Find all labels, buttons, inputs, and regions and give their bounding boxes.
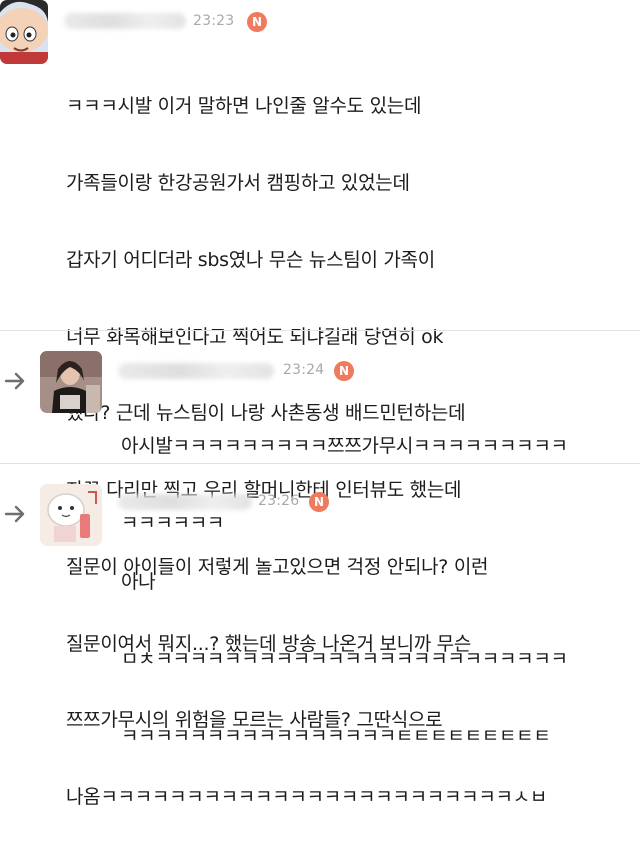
reply-arrow-icon [4, 372, 25, 390]
comment-2: 23:24 N 아시발ㅋㅋㅋㅋㅋㅋㅋㅋㅋ쯔쯔가무시ㅋㅋㅋㅋㅋㅋㅋㅋㅋ ㅋㅋㅋㅋㅋ… [0, 331, 640, 534]
comment-line: 갑자기 어디더라 sbs였나 무슨 뉴스팀이 가족이 [66, 248, 435, 271]
avatar-illustration-icon [40, 484, 102, 546]
comment-time: 23:26 [258, 493, 300, 509]
comment-line: 아시발ㅋㅋㅋㅋㅋㅋㅋㅋㅋ쯔쯔가무시ㅋㅋㅋㅋㅋㅋㅋㅋㅋ [121, 435, 568, 458]
new-badge-icon: N [247, 12, 267, 32]
new-badge-icon: N [334, 361, 354, 381]
avatar-photo-icon [40, 351, 102, 413]
author-name-blurred[interactable] [118, 494, 252, 510]
comment-1: 23:23 N ㅋㅋㅋ시발 이거 말하면 나인줄 알수도 있는데 가족들이랑 한… [0, 0, 640, 808]
avatar-2[interactable] [40, 351, 102, 413]
comment-body: 아나 ㅁㅊㅋㅋㅋㅋㅋㅋㅋㅋㅋㅋㅋㅋㅋㅋㅋㅋㅋㅋㅋㅋㅋㅋㅋㅋ ㅋㅋㅋㅋㅋㅋㅋㅋㅋㅋ… [121, 519, 568, 801]
comment-3: 23:26 N 아나 ㅁㅊㅋㅋㅋㅋㅋㅋㅋㅋㅋㅋㅋㅋㅋㅋㅋㅋㅋㅋㅋㅋㅋㅋㅋㅋ ㅋㅋ… [0, 464, 640, 747]
reply-arrow-icon [4, 505, 25, 523]
comment-line: ㅋㅋㅋ시발 이거 말하면 나인줄 알수도 있는데 [66, 95, 422, 118]
new-badge-icon: N [309, 492, 329, 512]
avatar-1[interactable] [0, 0, 48, 64]
comment-line: ㅋㅋㅋㅋㅋㅋㅋㅋㅋㅋㅋㅋㅋㅋㅋㅋㅌㅌㅌㅌㅌㅌㅌㅌㅌ [121, 724, 551, 747]
avatar-cartoon-icon [0, 0, 48, 64]
comment-time: 23:23 [193, 13, 235, 29]
comment-line: 아나 [121, 571, 156, 594]
comment-line: ㅁㅊㅋㅋㅋㅋㅋㅋㅋㅋㅋㅋㅋㅋㅋㅋㅋㅋㅋㅋㅋㅋㅋㅋㅋㅋ [121, 647, 568, 670]
comment-line: 가족들이랑 한강공원가서 캠핑하고 있었는데 [66, 171, 410, 194]
author-name-blurred[interactable] [64, 13, 186, 29]
avatar-3[interactable] [40, 484, 102, 546]
author-name-blurred[interactable] [118, 363, 274, 379]
comment-time: 23:24 [283, 362, 325, 378]
